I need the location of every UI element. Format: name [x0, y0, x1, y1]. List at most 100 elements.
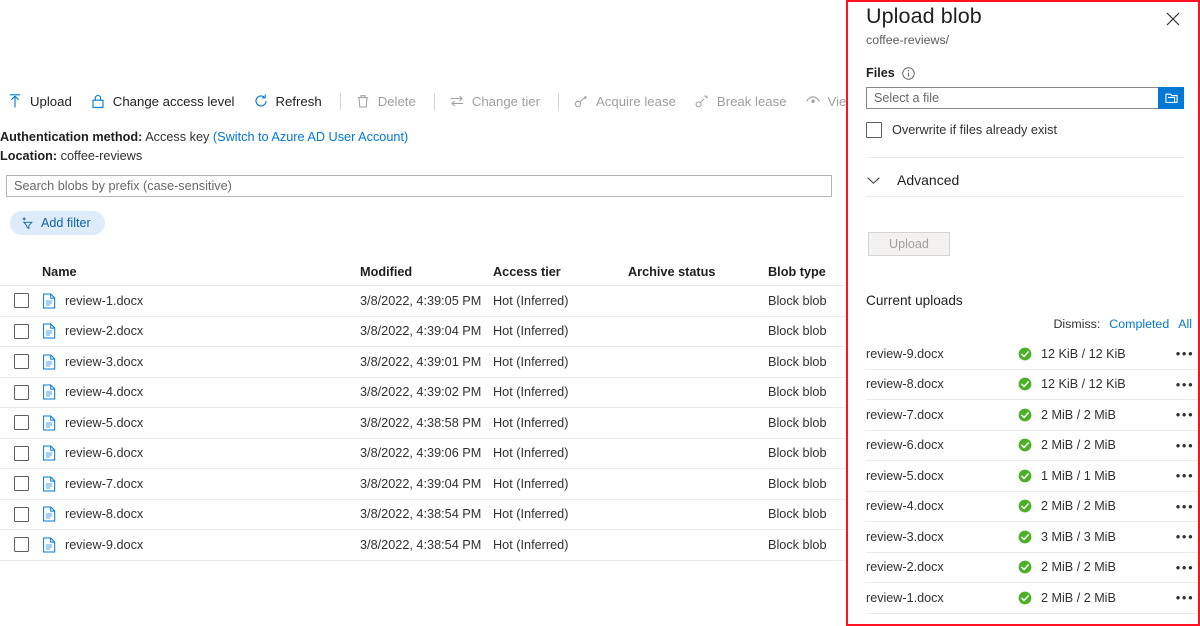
swap-arrows-icon — [449, 93, 465, 109]
blob-name-label[interactable]: review-7.docx — [65, 477, 143, 491]
column-header-archive-status[interactable]: Archive status — [628, 265, 768, 279]
toolbar-delete-button[interactable]: Delete — [348, 86, 427, 116]
main-content: Upload Change access level Refresh — [0, 0, 846, 626]
blob-name-cell: review-3.docx — [42, 354, 360, 370]
document-icon — [42, 384, 57, 400]
toolbar-separator — [434, 93, 435, 110]
row-checkbox[interactable] — [14, 354, 29, 369]
upload-list-item: review-9.docx 12 KiB / 12 KiB ••• — [866, 339, 1200, 370]
blob-modified-cell: 3/8/2022, 4:39:04 PM — [360, 324, 493, 338]
blob-modified-cell: 3/8/2022, 4:39:06 PM — [360, 446, 493, 460]
file-select-row — [866, 87, 1184, 109]
upload-more-actions-button[interactable]: ••• — [1168, 468, 1200, 483]
add-filter-button[interactable]: Add filter — [10, 211, 105, 235]
column-header-access-tier[interactable]: Access tier — [493, 265, 628, 279]
blob-name-label[interactable]: review-6.docx — [65, 446, 143, 460]
browse-files-button[interactable] — [1158, 87, 1184, 109]
column-header-name[interactable]: Name — [42, 265, 360, 279]
table-row[interactable]: review-9.docx3/8/2022, 4:38:54 PMHot (In… — [0, 530, 846, 561]
table-row[interactable]: review-4.docx3/8/2022, 4:39:02 PMHot (In… — [0, 378, 846, 409]
column-header-blob-type[interactable]: Blob type — [768, 265, 846, 279]
toolbar-change-tier-button[interactable]: Change tier — [442, 86, 551, 116]
eye-icon — [805, 93, 821, 109]
row-checkbox[interactable] — [14, 476, 29, 491]
blob-name-label[interactable]: review-1.docx — [65, 294, 143, 308]
dismiss-completed-link[interactable]: Completed — [1109, 317, 1169, 331]
panel-close-button[interactable] — [1162, 8, 1184, 30]
blob-name-label[interactable]: review-3.docx — [65, 355, 143, 369]
table-row[interactable]: review-1.docx3/8/2022, 4:39:05 PMHot (In… — [0, 286, 846, 317]
upload-file-name: review-7.docx — [866, 408, 1018, 422]
blob-name-cell: review-5.docx — [42, 415, 360, 431]
upload-status-cell: 2 MiB / 2 MiB — [1018, 408, 1168, 422]
row-checkbox-cell — [0, 415, 42, 430]
authentication-method-value: Access key — [145, 130, 209, 144]
row-checkbox[interactable] — [14, 324, 29, 339]
info-icon[interactable] — [902, 67, 915, 80]
row-checkbox[interactable] — [14, 537, 29, 552]
overwrite-checkbox[interactable] — [866, 122, 882, 138]
upload-more-actions-button[interactable]: ••• — [1168, 529, 1200, 544]
success-check-icon — [1018, 347, 1032, 361]
search-blobs-input[interactable] — [6, 175, 832, 197]
upload-status-cell: 12 KiB / 12 KiB — [1018, 347, 1168, 361]
blob-name-label[interactable]: review-4.docx — [65, 385, 143, 399]
upload-more-actions-button[interactable]: ••• — [1168, 346, 1200, 361]
row-checkbox[interactable] — [14, 415, 29, 430]
table-row[interactable]: review-6.docx 3/8/2022, 4:39:06 PMHot (In… — [0, 439, 846, 470]
toolbar-refresh-button[interactable]: Refresh — [246, 86, 333, 116]
container-info: Authentication method: Access key (Switc… — [0, 128, 700, 166]
advanced-section-toggle[interactable]: Advanced — [866, 167, 1184, 193]
toolbar-change-access-level-button[interactable]: Change access level — [83, 86, 246, 116]
row-checkbox[interactable] — [14, 446, 29, 461]
close-icon — [1166, 12, 1180, 26]
row-checkbox-cell — [0, 507, 42, 522]
table-row[interactable]: review-5.docx3/8/2022, 4:38:58 PMHot (In… — [0, 408, 846, 439]
blob-access-tier-cell: Hot (Inferred) — [493, 446, 628, 460]
dismiss-label: Dismiss: — [1053, 317, 1100, 331]
upload-button[interactable]: Upload — [868, 232, 950, 256]
select-a-file-input[interactable] — [866, 87, 1158, 109]
dismiss-all-link[interactable]: All — [1178, 317, 1192, 331]
upload-size-progress: 2 MiB / 2 MiB — [1041, 499, 1116, 513]
upload-size-progress: 1 MiB / 1 MiB — [1041, 469, 1116, 483]
toolbar-acquire-lease-button[interactable]: Acquire lease — [566, 86, 687, 116]
panel-title: Upload blob — [866, 4, 982, 29]
column-header-modified[interactable]: Modified — [360, 265, 493, 279]
upload-more-actions-button[interactable]: ••• — [1168, 407, 1200, 422]
success-check-icon — [1018, 469, 1032, 483]
row-checkbox-cell — [0, 476, 42, 491]
upload-file-name: review-1.docx — [866, 591, 1018, 605]
blob-type-cell: Block blob — [768, 355, 846, 369]
table-row[interactable]: review-2.docx3/8/2022, 4:39:04 PMHot (In… — [0, 317, 846, 348]
toolbar-upload-button[interactable]: Upload — [0, 86, 83, 116]
upload-more-actions-button[interactable]: ••• — [1168, 438, 1200, 453]
blob-name-label[interactable]: review-5.docx — [65, 416, 143, 430]
upload-more-actions-button[interactable]: ••• — [1168, 560, 1200, 575]
document-icon — [42, 354, 57, 370]
table-row[interactable]: review-3.docx3/8/2022, 4:39:01 PMHot (In… — [0, 347, 846, 378]
row-checkbox[interactable] — [14, 385, 29, 400]
trash-icon — [355, 93, 371, 109]
blob-name-label[interactable]: review-2.docx — [65, 324, 143, 338]
overwrite-checkbox-row[interactable]: Overwrite if files already exist — [866, 122, 1057, 138]
blob-name-label[interactable]: review-8.docx — [65, 507, 143, 521]
blob-name-label[interactable]: review-9.docx — [65, 538, 143, 552]
upload-file-name: review-2.docx — [866, 560, 1018, 574]
upload-more-actions-button[interactable]: ••• — [1168, 590, 1200, 605]
lock-icon — [90, 93, 106, 109]
row-checkbox[interactable] — [14, 507, 29, 522]
upload-file-name: review-9.docx — [866, 347, 1018, 361]
switch-to-azure-ad-link[interactable]: (Switch to Azure AD User Account) — [213, 130, 408, 144]
row-checkbox[interactable] — [14, 293, 29, 308]
blob-type-cell: Block blob — [768, 385, 846, 399]
upload-more-actions-button[interactable]: ••• — [1168, 499, 1200, 514]
upload-size-progress: 12 KiB / 12 KiB — [1041, 347, 1126, 361]
table-row[interactable]: review-8.docx3/8/2022, 4:38:54 PMHot (In… — [0, 500, 846, 531]
upload-more-actions-button[interactable]: ••• — [1168, 377, 1200, 392]
toolbar-view-snapshots-button[interactable]: View snapsh — [798, 86, 846, 116]
blob-name-cell: review-1.docx — [42, 293, 360, 309]
toolbar-item-label: Acquire lease — [596, 94, 676, 109]
table-row[interactable]: review-7.docx3/8/2022, 4:39:04 PMHot (In… — [0, 469, 846, 500]
toolbar-break-lease-button[interactable]: Break lease — [687, 86, 798, 116]
